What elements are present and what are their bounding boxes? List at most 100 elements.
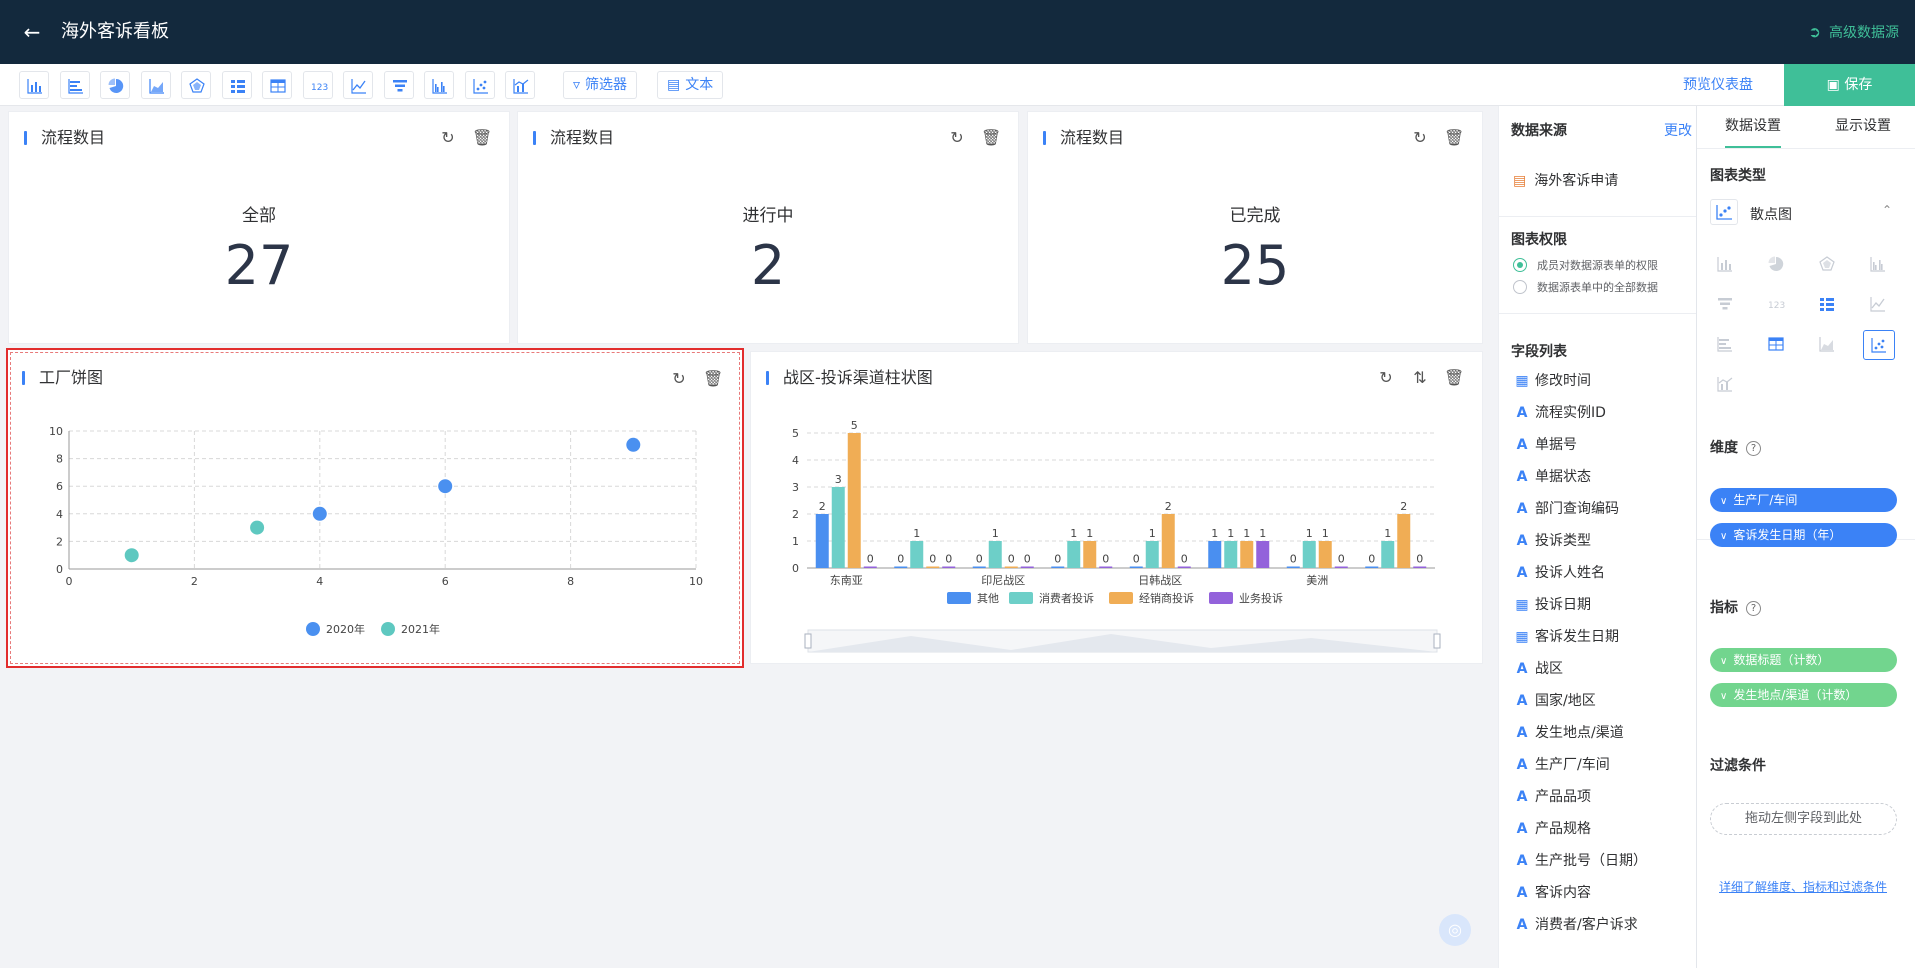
chart-type-option-detail-list-icon[interactable] bbox=[1812, 290, 1844, 320]
filter-dropzone[interactable]: 拖动左侧字段到此处 bbox=[1710, 803, 1897, 835]
bar bbox=[1129, 566, 1143, 568]
trash-icon[interactable]: 🗑 bbox=[1444, 128, 1464, 148]
bar-value-label: 0 bbox=[1290, 553, 1297, 566]
chart-type-option-bar-chart-icon[interactable] bbox=[1710, 250, 1742, 280]
field-item[interactable]: A 生产厂/车间 bbox=[1515, 756, 1610, 774]
field-item[interactable]: ▦ 客诉发生日期 bbox=[1515, 628, 1619, 646]
pie-chart-icon[interactable] bbox=[100, 71, 130, 99]
field-item[interactable]: A 客诉内容 bbox=[1515, 884, 1591, 902]
metric-card-completed[interactable]: 流程数目 ↻ 🗑 已完成 25 bbox=[1027, 111, 1483, 344]
text-button[interactable]: ▤ 文本 bbox=[657, 71, 724, 99]
table-icon[interactable] bbox=[262, 71, 292, 99]
field-item[interactable]: A 投诉人姓名 bbox=[1515, 564, 1605, 582]
refresh-icon[interactable]: ↻ bbox=[438, 128, 458, 148]
lightbulb-icon[interactable]: ◎ bbox=[1439, 914, 1471, 946]
chart-type-option-funnel-icon[interactable] bbox=[1710, 290, 1742, 320]
chevron-up-icon: ⌃ bbox=[1882, 203, 1893, 217]
bar-value-label: 1 bbox=[992, 527, 999, 540]
chart-type-option-radar-chart-icon[interactable] bbox=[1812, 250, 1844, 280]
permission-radio-member[interactable] bbox=[1513, 258, 1527, 272]
chart-type-option-area-chart-icon[interactable] bbox=[1812, 330, 1844, 360]
combo-chart-icon[interactable] bbox=[505, 71, 535, 99]
learn-more-link[interactable]: 详细了解维度、指标和过滤条件 bbox=[1719, 878, 1887, 895]
trash-icon[interactable]: 🗑 bbox=[981, 128, 1001, 148]
advanced-datasource-link[interactable]: ➲ 高级数据源 bbox=[1808, 20, 1899, 45]
chart-type-option-horizontal-bar-icon[interactable] bbox=[1710, 330, 1742, 360]
datasource-item[interactable]: ▤ 海外客诉申请 bbox=[1513, 170, 1618, 190]
y-tick-label: 3 bbox=[792, 481, 799, 494]
permission-radio-all[interactable] bbox=[1513, 280, 1527, 294]
trash-icon[interactable]: 🗑 bbox=[472, 128, 492, 148]
chart-type-option-grouped-bar-icon[interactable] bbox=[1863, 250, 1895, 280]
dimension-pill[interactable]: ∨ 客诉发生日期（年） bbox=[1710, 523, 1897, 547]
dimension-pill[interactable]: ∨ 生产厂/车间 bbox=[1710, 488, 1897, 512]
save-button[interactable]: ▣ 保存 bbox=[1784, 64, 1915, 106]
change-datasource-link[interactable]: 更改 bbox=[1664, 120, 1692, 140]
field-label: 产品规格 bbox=[1535, 821, 1591, 837]
field-label: 客诉内容 bbox=[1535, 885, 1591, 901]
line-chart-icon[interactable] bbox=[343, 71, 373, 99]
scatter-icon[interactable] bbox=[464, 71, 495, 99]
y-tick-label: 4 bbox=[56, 508, 63, 521]
legend-label: 其他 bbox=[977, 592, 999, 605]
chart-type-option-scatter-icon[interactable] bbox=[1863, 330, 1895, 360]
field-item[interactable]: A 产品规格 bbox=[1515, 820, 1591, 838]
card-title: 流程数目 bbox=[550, 128, 615, 147]
help-icon[interactable]: ? bbox=[1746, 601, 1761, 616]
document-icon: ▤ bbox=[667, 77, 681, 93]
bar bbox=[1240, 541, 1254, 568]
filter-button[interactable]: ▿ 筛选器 bbox=[563, 71, 638, 99]
chart-type-option-number-card-icon[interactable]: 123 bbox=[1761, 290, 1793, 320]
bar-chart-icon[interactable] bbox=[19, 71, 49, 99]
field-item[interactable]: A 流程实例ID bbox=[1515, 404, 1606, 422]
radar-chart-icon[interactable] bbox=[181, 71, 211, 99]
detail-list-icon[interactable] bbox=[221, 71, 252, 99]
metric-pill-label: 数据标题（计数） bbox=[1733, 653, 1830, 667]
chart-type-select[interactable]: 散点图 ⌃ bbox=[1710, 195, 1897, 227]
field-item[interactable]: A 部门查询编码 bbox=[1515, 500, 1619, 518]
metric-card-all[interactable]: 流程数目 ↻ 🗑 全部 27 bbox=[8, 111, 510, 344]
top-bar: ← 海外客诉看板 ➲ 高级数据源 bbox=[0, 0, 1915, 64]
chart-type-option-line-chart-icon[interactable] bbox=[1863, 290, 1895, 320]
metric-card-in-progress[interactable]: 流程数目 ↻ 🗑 进行中 2 bbox=[517, 111, 1019, 344]
field-item[interactable]: A 发生地点/渠道 bbox=[1515, 724, 1624, 742]
field-item[interactable]: A 单据号 bbox=[1515, 436, 1577, 454]
scatter-icon bbox=[1710, 199, 1738, 225]
preview-dashboard-link[interactable]: 预览仪表盘 bbox=[1683, 76, 1753, 94]
horizontal-bar-icon[interactable] bbox=[59, 71, 90, 99]
field-item[interactable]: A 产品品项 bbox=[1515, 788, 1591, 806]
bar bbox=[1334, 566, 1348, 568]
refresh-icon[interactable]: ↻ bbox=[1410, 128, 1430, 148]
field-item[interactable]: A 战区 bbox=[1515, 660, 1563, 678]
field-item[interactable]: A 投诉类型 bbox=[1515, 532, 1591, 550]
field-item[interactable]: A 消费者/客户诉求 bbox=[1515, 916, 1638, 934]
metric-pill[interactable]: ∨ 数据标题（计数） bbox=[1710, 648, 1897, 672]
number-card-icon[interactable]: 123 bbox=[302, 71, 333, 99]
bar-value-label: 1 bbox=[1227, 527, 1234, 540]
permission-option-label: 数据源表单中的全部数据 bbox=[1537, 281, 1658, 294]
area-chart-icon[interactable] bbox=[140, 71, 171, 99]
x-category-label: 印尼战区 bbox=[981, 574, 1025, 587]
tab-display-settings[interactable]: 显示设置 bbox=[1835, 116, 1891, 136]
bar bbox=[1256, 541, 1270, 568]
field-item[interactable]: ▦ 投诉日期 bbox=[1515, 596, 1591, 614]
field-item[interactable]: A 生产批号（日期） bbox=[1515, 852, 1647, 870]
refresh-icon[interactable]: ↻ bbox=[947, 128, 967, 148]
bar-chart-card[interactable]: 战区-投诉渠道柱状图 ↻ ⇅ 🗑 0 1 2 3 4 5 2 3 5 0 东南亚 0 1 0 0 0 1 0 0 印尼… bbox=[750, 351, 1483, 664]
help-icon[interactable]: ? bbox=[1746, 441, 1761, 456]
back-arrow-icon[interactable]: ← bbox=[18, 18, 46, 46]
field-item[interactable]: A 国家/地区 bbox=[1515, 692, 1596, 710]
bar-value-label: 0 bbox=[929, 553, 936, 566]
field-item[interactable]: A 单据状态 bbox=[1515, 468, 1591, 486]
chart-type-option-pie-chart-icon[interactable] bbox=[1761, 250, 1793, 280]
field-item[interactable]: ▦ 修改时间 bbox=[1515, 372, 1591, 390]
scatter-chart-card[interactable]: 工厂饼图 ↻ 🗑 0 2 4 6 8 10 0 2 4 6 8 10 2020年 2021年 bbox=[6, 348, 744, 668]
chart-type-option-combo-chart-icon[interactable] bbox=[1710, 370, 1742, 400]
tab-data-settings[interactable]: 数据设置 bbox=[1725, 116, 1781, 148]
text-field-icon: A bbox=[1516, 693, 1528, 709]
chart-type-option-table-icon[interactable] bbox=[1761, 330, 1793, 360]
bar-value-label: 0 bbox=[1054, 553, 1061, 566]
metric-pill[interactable]: ∨ 发生地点/渠道（计数） bbox=[1710, 683, 1897, 707]
grouped-bar-icon[interactable] bbox=[424, 71, 454, 99]
funnel-icon[interactable] bbox=[383, 71, 414, 99]
